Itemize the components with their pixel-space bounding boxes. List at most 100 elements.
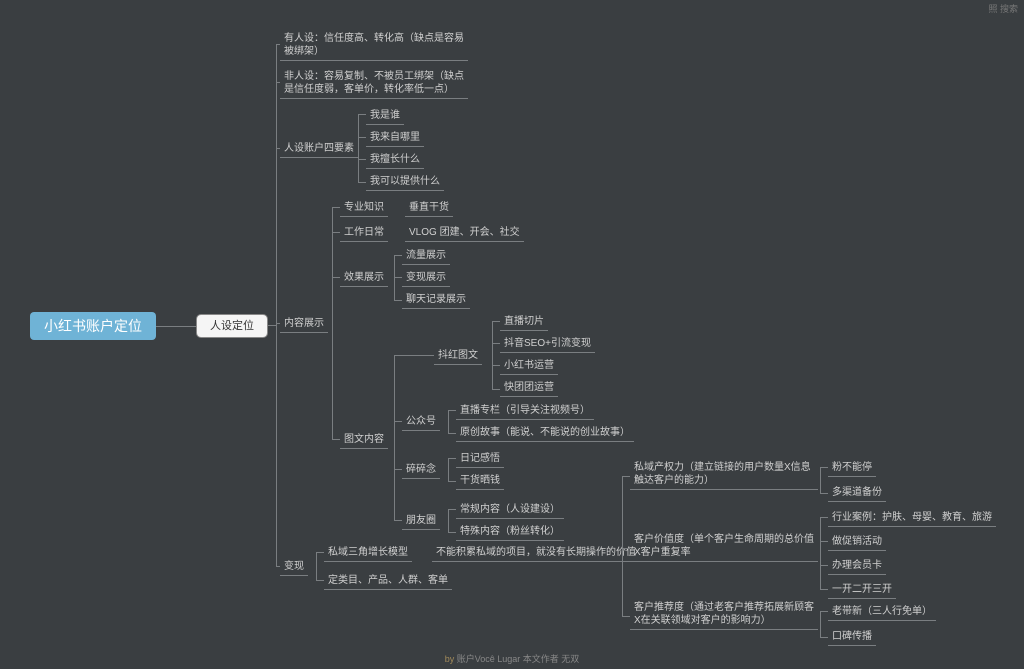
node-monetize-show[interactable]: 变现展示: [402, 270, 450, 287]
connector: [492, 389, 500, 390]
node-who[interactable]: 我是谁: [366, 108, 404, 125]
node-word-of-mouth[interactable]: 口碑传播: [828, 629, 876, 646]
footer-credit: by 账户Você Lugar 本文作者 无双: [0, 652, 1024, 665]
node-live-column[interactable]: 直播专栏（引导关注视频号）: [456, 403, 594, 420]
connector: [622, 548, 630, 549]
connector: [622, 476, 630, 477]
node-ktt-ops[interactable]: 快团团运营: [500, 380, 558, 397]
node-image-text[interactable]: 图文内容: [340, 432, 388, 449]
connector: [394, 355, 434, 356]
connector: [316, 580, 324, 581]
node-murmur[interactable]: 碎碎念: [402, 462, 440, 479]
mindmap-canvas[interactable]: 小红书账户定位 人设定位 有人设：信任度高、转化高（缺点是容易被绑架） 非人设：…: [0, 0, 1024, 669]
node-douyin-seo[interactable]: 抖音SEO+引流变现: [500, 336, 595, 353]
connector: [332, 277, 340, 278]
node-customer-value[interactable]: 客户价值度（单个客户生命周期的总价值X客户重复率: [630, 532, 818, 562]
node-old-bring-new[interactable]: 老带新（三人行免单）: [828, 604, 936, 621]
connector: [820, 611, 828, 612]
connector: [358, 159, 366, 160]
connector: [492, 343, 500, 344]
node-good-at[interactable]: 我擅长什么: [366, 152, 424, 169]
connector: [358, 182, 366, 183]
node-keep-fans[interactable]: 粉不能停: [828, 460, 876, 477]
connector: [820, 517, 821, 589]
node-vertical[interactable]: 垂直干货: [405, 200, 453, 217]
level2-node[interactable]: 人设定位: [196, 314, 268, 338]
node-four-elements[interactable]: 人设账户四要素: [280, 141, 358, 158]
node-diary[interactable]: 日记感悟: [456, 451, 504, 468]
connector: [276, 323, 280, 324]
node-dou-red[interactable]: 抖红图文: [434, 348, 482, 365]
node-industry-case[interactable]: 行业案例：护肤、母婴、教育、旅游: [828, 510, 996, 527]
connector: [332, 439, 340, 440]
connector: [332, 207, 340, 208]
node-original-story[interactable]: 原创故事（能说、不能说的创业故事）: [456, 425, 634, 442]
connector: [156, 326, 196, 327]
connector: [448, 410, 449, 433]
connector: [316, 552, 317, 580]
connector: [358, 114, 366, 115]
node-traffic[interactable]: 流量展示: [402, 248, 450, 265]
connector: [622, 616, 630, 617]
connector: [820, 565, 828, 566]
connector: [820, 637, 828, 638]
node-monetize[interactable]: 变现: [280, 559, 308, 576]
connector: [820, 611, 821, 637]
connector: [448, 509, 449, 532]
connector: [276, 148, 280, 149]
node-vlog[interactable]: VLOG 团建、开会、社交: [405, 225, 524, 242]
connector: [394, 469, 402, 470]
node-123open[interactable]: 一开二开三开: [828, 582, 896, 599]
connector: [448, 433, 456, 434]
node-special-content[interactable]: 特殊内容（粉丝转化）: [456, 524, 564, 541]
node-wechat-mp[interactable]: 公众号: [402, 414, 440, 431]
connector: [358, 114, 359, 182]
node-effect[interactable]: 效果展示: [340, 270, 388, 287]
connector: [332, 232, 340, 233]
connector: [492, 321, 500, 322]
node-customer-referral[interactable]: 客户推荐度（通过老客户推荐拓展新顾客X在关联领域对客户的影响力）: [630, 600, 818, 630]
connector: [394, 520, 402, 521]
connector: [276, 44, 277, 566]
node-promo[interactable]: 做促销活动: [828, 534, 886, 551]
connector: [820, 541, 828, 542]
connector: [492, 365, 500, 366]
connector: [316, 552, 324, 553]
node-vipcard[interactable]: 办理会员卡: [828, 558, 886, 575]
connector: [820, 467, 821, 493]
root-node[interactable]: 小红书账户定位: [30, 312, 156, 340]
node-chat-record[interactable]: 聊天记录展示: [402, 292, 470, 309]
node-content[interactable]: 内容展示: [280, 316, 328, 333]
node-pro-knowledge[interactable]: 专业知识: [340, 200, 388, 217]
connector: [448, 481, 456, 482]
node-show-money[interactable]: 干货晒钱: [456, 473, 504, 490]
connector: [820, 493, 828, 494]
node-xhs-ops[interactable]: 小红书运营: [500, 358, 558, 375]
connector: [394, 277, 402, 278]
connector: [448, 532, 456, 533]
connector: [358, 137, 366, 138]
connector: [622, 476, 623, 616]
connector: [448, 509, 456, 510]
top-right-label: 照 搜索: [988, 2, 1018, 15]
node-regular-content[interactable]: 常规内容（人设建设）: [456, 502, 564, 519]
connector: [448, 410, 456, 411]
node-persona-yes[interactable]: 有人设：信任度高、转化高（缺点是容易被绑架）: [280, 31, 468, 61]
node-persona-no[interactable]: 非人设：容易复制、不被员工绑架（缺点是信任度弱，客单价，转化率低一点）: [280, 69, 468, 99]
node-multichannel[interactable]: 多渠道备份: [828, 485, 886, 502]
connector: [394, 255, 402, 256]
node-daily-work[interactable]: 工作日常: [340, 225, 388, 242]
node-provide[interactable]: 我可以提供什么: [366, 174, 444, 191]
node-privgrowth-note[interactable]: 不能积累私域的项目，就没有长期操作的价值: [432, 545, 640, 562]
connector: [394, 421, 402, 422]
node-private-asset[interactable]: 私域产权力（建立链接的用户数量X信息触达客户的能力）: [630, 460, 818, 490]
connector: [820, 467, 828, 468]
connector: [820, 589, 828, 590]
node-privgrowth[interactable]: 私域三角增长模型: [324, 545, 412, 562]
connector: [448, 458, 449, 481]
node-category[interactable]: 定类目、产品、人群、客单: [324, 573, 452, 590]
node-moments[interactable]: 朋友圈: [402, 513, 440, 530]
connector: [276, 44, 280, 45]
node-live-slice[interactable]: 直播切片: [500, 314, 548, 331]
node-where[interactable]: 我来自哪里: [366, 130, 424, 147]
